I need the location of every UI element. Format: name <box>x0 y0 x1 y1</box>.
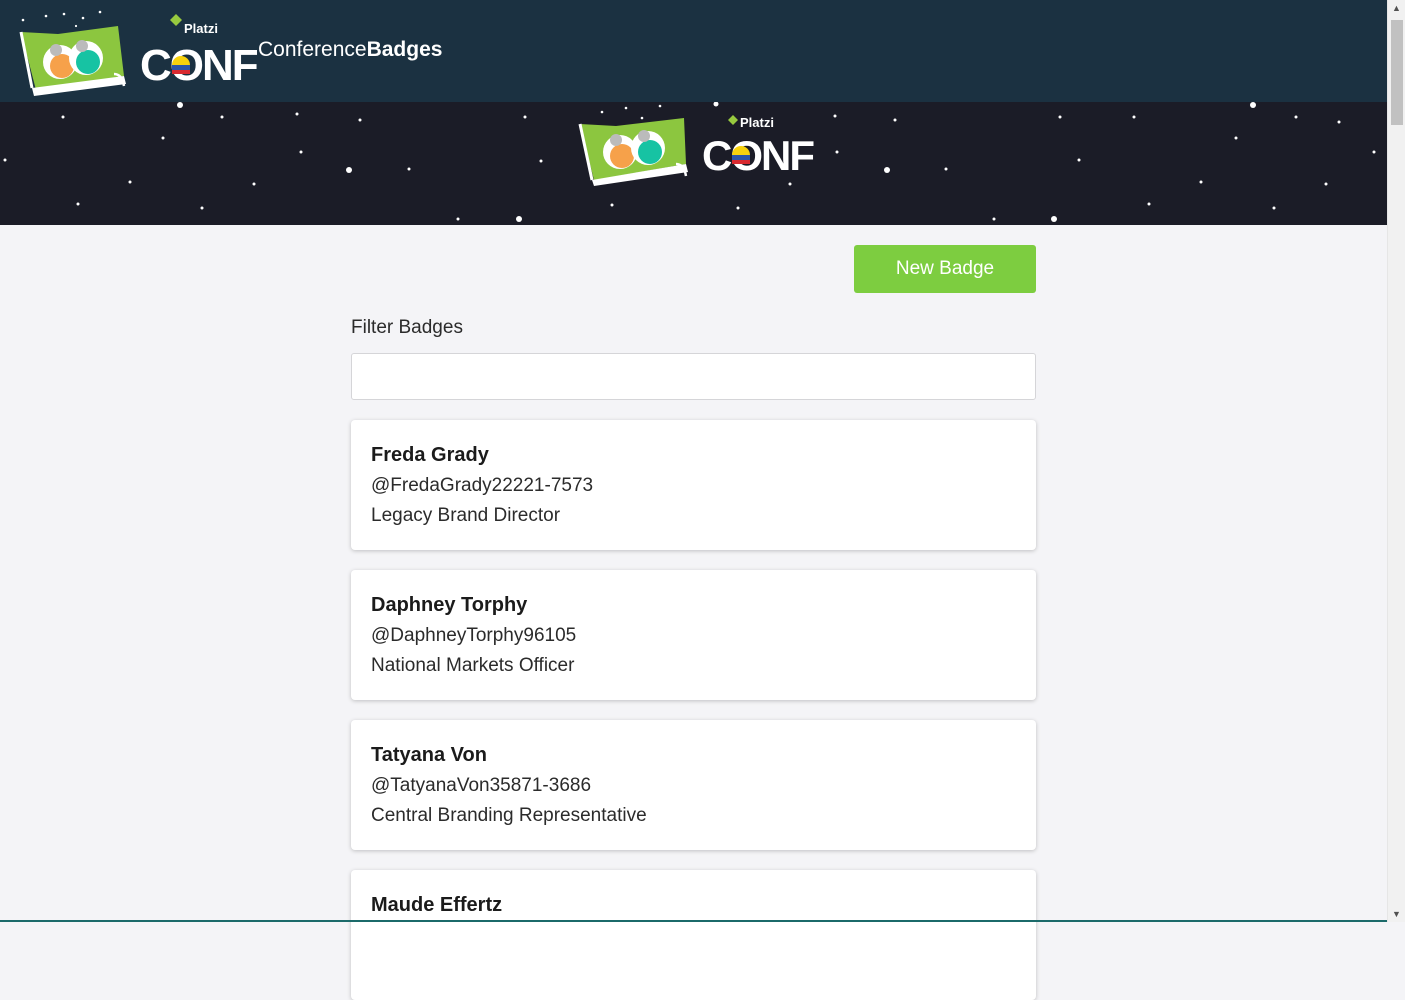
badge-job-title: Legacy Brand Director <box>371 505 561 526</box>
badge-handle: @DaphneyTorphy96105 <box>371 625 577 646</box>
vertical-scrollbar[interactable]: ▲ ▼ <box>1387 0 1405 922</box>
platzi-conf-logo: Platzi CONF <box>19 10 260 96</box>
badge-card[interactable]: Maude Effertz <box>351 870 1036 1000</box>
new-badge-button[interactable]: New Badge <box>854 245 1036 293</box>
filter-input[interactable] <box>351 353 1036 400</box>
badge-card[interactable]: Daphney Torphy @DaphneyTorphy96105 Natio… <box>351 570 1036 700</box>
conf-wordmark: CONF <box>140 41 258 90</box>
badge-name: Maude Effertz <box>371 894 503 916</box>
hero-conf-wordmark: CONF <box>702 132 814 179</box>
scroll-down-icon[interactable]: ▼ <box>1388 906 1405 922</box>
hero-banner: Platzi CONF <box>0 102 1387 225</box>
scroll-up-icon[interactable]: ▲ <box>1388 0 1405 16</box>
navbar: Platzi CONF ConferenceBadges <box>0 0 1387 102</box>
site-title-light: Conference <box>258 38 367 61</box>
site-title: ConferenceBadges <box>258 38 442 62</box>
badge-name: Freda Grady <box>371 444 489 466</box>
filter-label: Filter Badges <box>351 317 463 338</box>
badge-handle: @FredaGrady22221-7573 <box>371 475 594 496</box>
platzi-brand-text: Platzi <box>184 21 218 36</box>
badge-handle: @TatyanaVon35871-3686 <box>371 775 592 796</box>
badge-card[interactable]: Freda Grady @FredaGrady22221-7573 Legacy… <box>351 420 1036 550</box>
scrollbar-thumb[interactable] <box>1391 20 1403 125</box>
hero-conf-logo: Platzi CONF <box>578 102 816 186</box>
site-title-bold: Badges <box>366 38 443 61</box>
badge-name: Daphney Torphy <box>371 594 528 616</box>
hero-platzi-brand-text: Platzi <box>740 115 774 130</box>
badge-name: Tatyana Von <box>371 744 487 766</box>
badge-job-title: Central Branding Representative <box>371 805 647 826</box>
badge-card[interactable]: Tatyana Von @TatyanaVon35871-3686 Centra… <box>351 720 1036 850</box>
badge-job-title: National Markets Officer <box>371 655 575 676</box>
